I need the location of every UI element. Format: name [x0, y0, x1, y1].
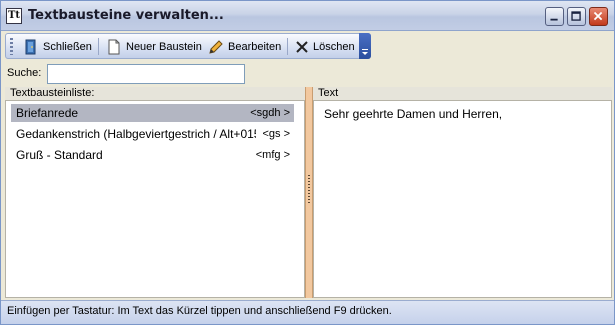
panel-splitter[interactable]: [305, 87, 313, 298]
list-item-name: Gruß - Standard: [16, 148, 103, 162]
close-button-label: Schließen: [43, 40, 92, 53]
list-item-abbreviation: <mfg >: [255, 149, 290, 161]
toolbar-separator: [287, 38, 288, 55]
list-panel-header: Textbausteinliste:: [5, 87, 305, 101]
list-item[interactable]: Gedankenstrich (Halbgeviertgestrich / Al…: [11, 125, 294, 143]
toolbar: Schließen Neuer Baustein Bearbeiten Lösc…: [5, 33, 371, 59]
toolbar-separator: [98, 38, 99, 55]
text-panel-header: Text: [313, 87, 612, 101]
new-entry-button-label: Neuer Baustein: [126, 40, 202, 53]
title-bar[interactable]: Tt Textbausteine verwalten...: [1, 1, 614, 31]
list-item-name: Gedankenstrich (Halbgeviertgestrich / Al…: [16, 127, 256, 141]
toolbar-overflow-button[interactable]: [359, 33, 371, 59]
new-document-icon: [108, 39, 120, 54]
list-item-name: Briefanrede: [16, 106, 79, 120]
edit-button[interactable]: Bearbeiten: [205, 36, 284, 57]
list-item-abbreviation: <gs >: [262, 128, 290, 140]
text-preview-content: Sehr geehrte Damen und Herren,: [324, 107, 503, 121]
new-entry-button[interactable]: Neuer Baustein: [103, 36, 205, 57]
edit-button-label: Bearbeiten: [228, 40, 282, 53]
app-icon: Tt: [6, 8, 22, 24]
splitter-grip-icon: [308, 175, 310, 205]
chevron-down-icon: [362, 49, 368, 55]
status-bar: Einfügen per Tastatur: Im Text das Kürze…: [1, 300, 614, 324]
delete-button[interactable]: Löschen: [292, 36, 358, 57]
textbausteine-window: Tt Textbausteine verwalten... Schließen …: [0, 0, 615, 325]
text-block-list[interactable]: Briefanrede <sgdh > Gedankenstrich (Halb…: [5, 101, 305, 298]
list-item-abbreviation: <sgdh >: [250, 107, 290, 119]
minimize-button[interactable]: [545, 7, 564, 26]
search-input[interactable]: [47, 64, 245, 84]
delete-x-icon: [296, 40, 308, 53]
maximize-icon: [571, 11, 581, 21]
list-item[interactable]: Briefanrede <sgdh >: [11, 104, 294, 122]
delete-button-label: Löschen: [313, 40, 355, 53]
text-preview[interactable]: Sehr geehrte Damen und Herren,: [313, 101, 612, 298]
window-title: Textbausteine verwalten...: [28, 8, 224, 23]
list-item[interactable]: Gruß - Standard <mfg >: [11, 146, 294, 164]
search-label: Suche:: [7, 67, 42, 79]
toolbar-grip[interactable]: [10, 38, 13, 55]
close-window-button[interactable]: [589, 7, 608, 26]
door-icon: [25, 39, 36, 54]
minimize-icon: [550, 18, 558, 21]
close-button[interactable]: Schließen: [20, 36, 95, 57]
maximize-button[interactable]: [567, 7, 586, 26]
close-icon: [593, 11, 603, 21]
pencil-icon: [209, 39, 223, 54]
